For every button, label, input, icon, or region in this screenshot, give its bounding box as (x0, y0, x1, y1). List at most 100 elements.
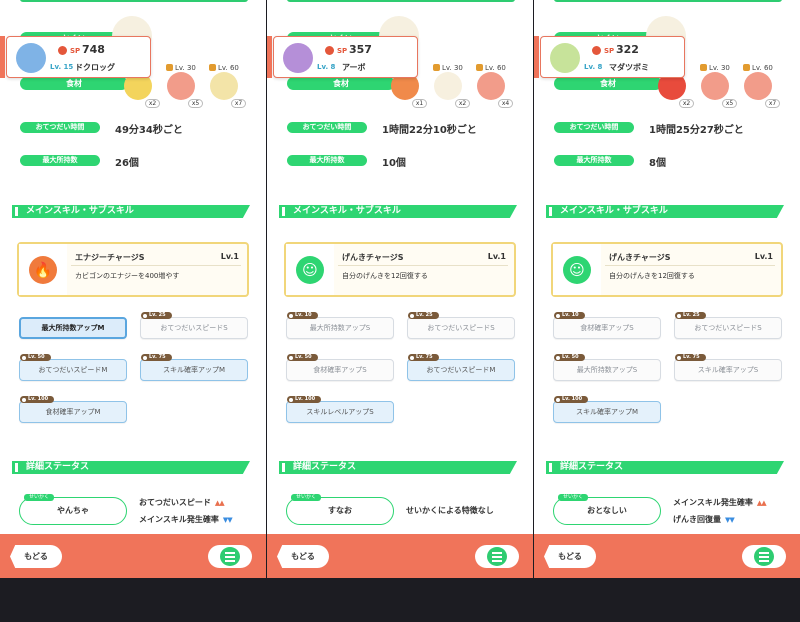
back-button[interactable]: もどる (544, 545, 596, 568)
subskill-button[interactable]: 最大所持数アップM (19, 317, 127, 339)
lock-icon (700, 64, 707, 71)
nature-button[interactable]: おとなしい (553, 497, 661, 525)
help-time-value: 1時間22分10秒ごと (382, 125, 477, 136)
subskill-button[interactable]: スキル確率アップM (553, 401, 661, 423)
skill-divider (338, 265, 508, 266)
main-skill-name: げんきチャージS (342, 253, 404, 262)
help-time-value: 1時間25分27秒ごと (649, 125, 744, 136)
back-button[interactable]: もどる (277, 545, 329, 568)
back-button[interactable]: もどる (10, 545, 62, 568)
smile-icon: ☺ (296, 256, 324, 284)
subskill-button[interactable]: 最大所持数アップS (286, 317, 394, 339)
subskill-unlock-level: Lv. 50 (554, 354, 585, 361)
smile-icon: ☺ (563, 256, 591, 284)
ingredient-count: x7 (765, 99, 780, 108)
subskill-button[interactable]: おてつだいスピードM (19, 359, 127, 381)
subskill-button[interactable]: おてつだいスピードS (140, 317, 248, 339)
sp-icon (58, 46, 67, 55)
arrow-up-icon: ▲▲ (756, 499, 767, 507)
ingredient-count: x2 (455, 99, 470, 108)
sp-label: SP (337, 47, 348, 55)
pokemon-name: マダツボミ (609, 63, 649, 72)
nature-up-stat: おてつだいスピード ▲▲ (139, 497, 225, 508)
ingredient-slot[interactable]: Lv. 30 x2 (430, 64, 470, 108)
ingredient-unlock-level: Lv. 30 (700, 64, 730, 72)
subskill-button[interactable]: スキル確率アップS (674, 359, 782, 381)
ingredient-slot[interactable]: Lv. 30 x5 (697, 64, 737, 108)
max-carry-value: 26個 (115, 158, 139, 169)
sp-icon (325, 46, 334, 55)
pokemon-summary-card[interactable]: SP 748 Lv. 15 ドクロッグ (0, 35, 151, 78)
max-carry-value: 10個 (382, 158, 406, 169)
menu-icon-line (492, 560, 502, 562)
subskill-unlock-level: Lv. 75 (141, 354, 172, 361)
lock-icon (743, 64, 750, 71)
subskill-unlock-level: Lv. 25 (675, 312, 706, 319)
main-skill-card[interactable]: ☺ げんきチャージS Lv.1 自分のげんきを12回復する (551, 242, 783, 297)
subskill-button[interactable]: おてつだいスピードM (407, 359, 515, 381)
skill-divider (71, 265, 241, 266)
nature-button[interactable]: やんちゃ (19, 497, 127, 525)
subskill-unlock-level: Lv. 75 (408, 354, 439, 361)
pokemon-detail-panel: とくい食材x2Lv. 30x5Lv. 60x7SP748Lv. 15ドクロッグお… (0, 0, 266, 578)
subskill-button[interactable]: 最大所持数アップS (553, 359, 661, 381)
ingredient-level-text: Lv. 60 (485, 64, 506, 72)
pokemon-level: Lv. 15 (50, 63, 74, 71)
nature-up-stat: メインスキル発生確率 ▲▲ (673, 497, 767, 508)
nature-down-label: メインスキル発生確率 (139, 515, 219, 524)
main-skill-card[interactable]: 🔥 エナジーチャージS Lv.1 カビゴンのエナジーを400増やす (17, 242, 249, 297)
footer-bar: もどる (267, 534, 533, 578)
detail-status-header: 詳細ステータス (279, 461, 517, 474)
sp-label: SP (70, 47, 81, 55)
nature-tag: せいかく (291, 494, 322, 501)
pokemon-summary-card[interactable]: SP 322 Lv. 8 マダツボミ (534, 35, 685, 78)
ingredient-count: x2 (679, 99, 694, 108)
subskill-unlock-level: Lv. 100 (554, 396, 589, 403)
menu-button[interactable] (742, 545, 786, 568)
subskill-button[interactable]: スキルレベルアップS (286, 401, 394, 423)
menu-icon-line (759, 556, 769, 558)
ingredient-slot[interactable]: Lv. 60 x7 (740, 64, 780, 108)
nature-down-stat: げんき回復量 ▼▼ (673, 514, 735, 525)
nature-neutral-label: せいかくによる特徴なし (406, 506, 494, 515)
main-skill-description: カビゴンのエナジーを400増やす (75, 272, 180, 280)
menu-icon-line (492, 556, 502, 558)
ingredient-label: 食材 (554, 77, 662, 90)
nature-up-label: おてつだいスピード (139, 498, 211, 507)
subskill-unlock-level: Lv. 50 (287, 354, 318, 361)
main-skill-level: Lv.1 (487, 252, 506, 261)
ingredient-icon (744, 72, 772, 100)
pokemon-summary-card[interactable]: SP 357 Lv. 8 アーボ (267, 35, 418, 78)
subskill-button[interactable]: 食材確率アップS (553, 317, 661, 339)
menu-button[interactable] (208, 545, 252, 568)
main-skill-name: エナジーチャージS (75, 253, 145, 262)
ingredient-count: x5 (722, 99, 737, 108)
sp-label: SP (604, 47, 615, 55)
lock-icon (476, 64, 483, 71)
main-skill-card[interactable]: ☺ げんきチャージS Lv.1 自分のげんきを12回復する (284, 242, 516, 297)
subskill-button[interactable]: おてつだいスピードS (674, 317, 782, 339)
ingredient-count: x7 (231, 99, 246, 108)
max-carry-label: 最大所持数 (554, 155, 634, 166)
subskill-button[interactable]: 食材確率アップM (19, 401, 127, 423)
nature-button[interactable]: すなお (286, 497, 394, 525)
ingredient-slot[interactable]: Lv. 30 x5 (163, 64, 203, 108)
ingredient-slot[interactable]: Lv. 60 x7 (206, 64, 246, 108)
sp-value: 322 (616, 43, 639, 56)
max-carry-label: 最大所持数 (287, 155, 367, 166)
menu-icon-line (759, 552, 769, 554)
subskill-unlock-level: Lv. 75 (675, 354, 706, 361)
lock-icon (166, 64, 173, 71)
subskill-unlock-level: Lv. 50 (20, 354, 51, 361)
top-edge-bar (20, 0, 248, 2)
subskill-unlock-level: Lv. 100 (20, 396, 55, 403)
arrow-down-icon: ▼▼ (725, 516, 735, 524)
subskill-button[interactable]: おてつだいスピードS (407, 317, 515, 339)
menu-button[interactable] (475, 545, 519, 568)
subskill-button[interactable]: スキル確率アップM (140, 359, 248, 381)
ingredient-slot[interactable]: Lv. 60 x4 (473, 64, 513, 108)
help-time-value: 49分34秒ごと (115, 125, 183, 136)
subskill-button[interactable]: 食材確率アップS (286, 359, 394, 381)
menu-icon-line (225, 560, 235, 562)
ingredient-unlock-level: Lv. 60 (743, 64, 773, 72)
